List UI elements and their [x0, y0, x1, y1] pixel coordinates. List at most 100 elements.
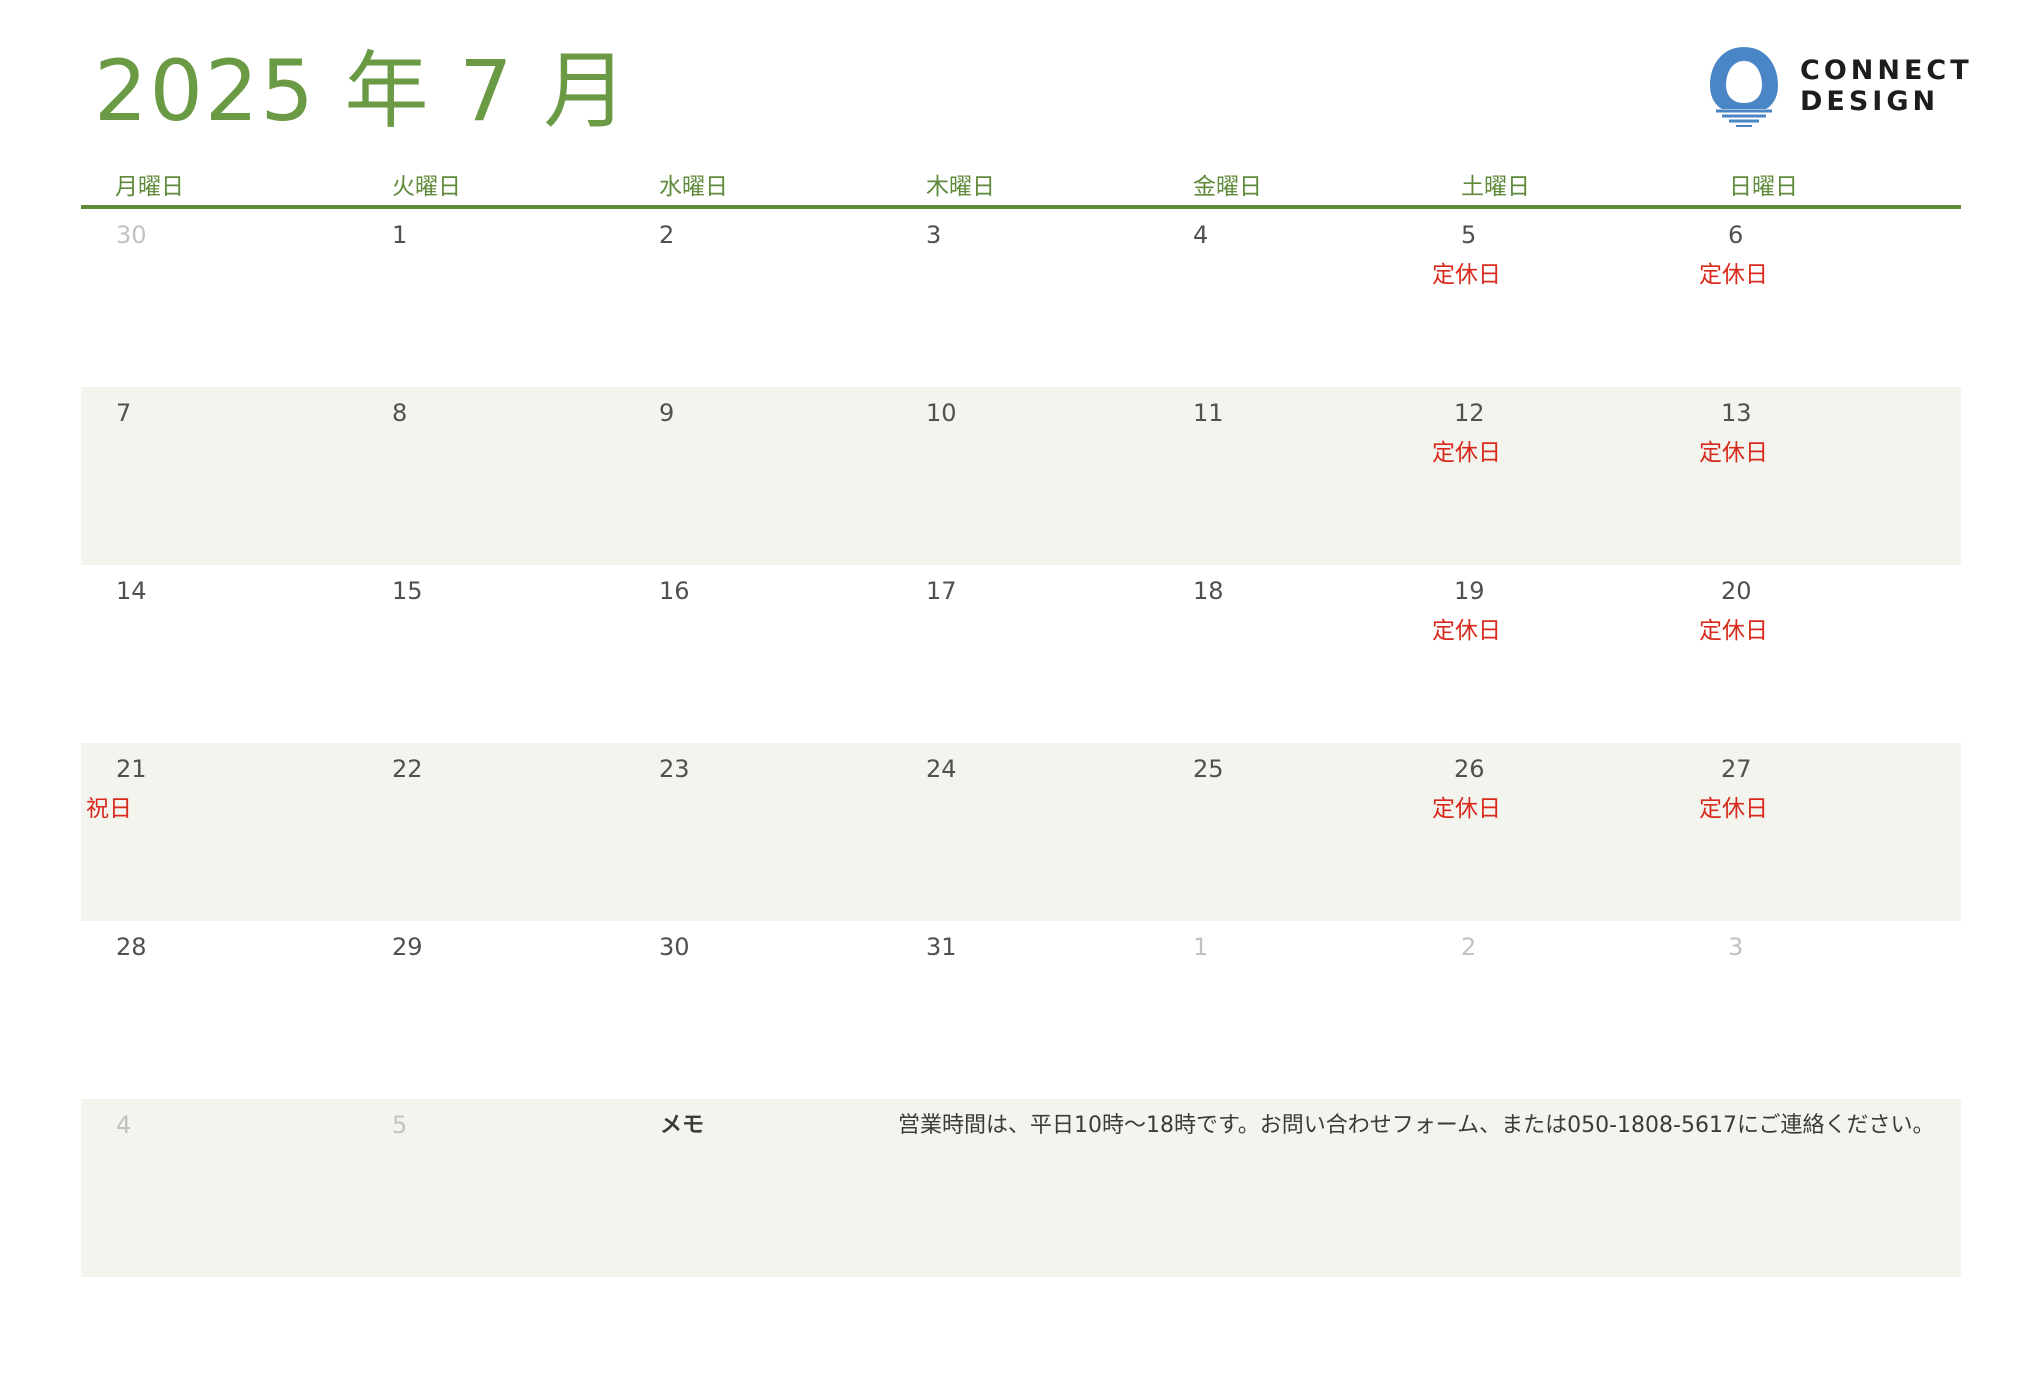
day-cell[interactable]: 7 [81, 387, 353, 565]
weekday-thu: 木曜日 [926, 174, 995, 200]
day-number: 27 [1721, 755, 1752, 783]
day-number: 5 [392, 1111, 408, 1139]
weekday-wed: 水曜日 [659, 174, 728, 200]
day-number: 21 [116, 755, 147, 783]
day-cell[interactable]: 19 定休日 [1421, 565, 1688, 743]
closed-day-label: 定休日 [1432, 262, 1501, 288]
brand-logo: CONNECT DESIGN [1706, 45, 1969, 127]
day-cell[interactable]: 4 [1154, 209, 1421, 387]
day-number: 1 [392, 221, 408, 249]
day-number: 10 [926, 399, 957, 427]
day-cell[interactable]: 5 [353, 1099, 620, 1277]
closed-day-label: 定休日 [1699, 618, 1768, 644]
day-cell[interactable]: 30 [81, 209, 353, 387]
day-cell[interactable]: 22 [353, 743, 620, 921]
day-cell[interactable]: 8 [353, 387, 620, 565]
day-number: 7 [116, 399, 132, 427]
day-cell[interactable]: 3 [887, 209, 1154, 387]
day-cell[interactable]: 23 [620, 743, 887, 921]
day-number: 17 [926, 577, 957, 605]
day-number: 8 [392, 399, 408, 427]
day-cell[interactable]: 20 定休日 [1688, 565, 1961, 743]
calendar-title: 2025 年 7 月 [94, 42, 630, 140]
day-cell[interactable]: 18 [1154, 565, 1421, 743]
day-cell[interactable]: 4 [81, 1099, 353, 1277]
day-number: 13 [1721, 399, 1752, 427]
memo-label: メモ [660, 1113, 705, 1138]
day-cell[interactable]: 2 [620, 209, 887, 387]
week-row: 30 1 2 3 4 5 定休日 6 定休日 [81, 209, 1961, 387]
day-cell[interactable]: 24 [887, 743, 1154, 921]
day-number: 4 [116, 1111, 132, 1139]
day-cell[interactable]: 28 [81, 921, 353, 1099]
day-cell[interactable]: 5 定休日 [1421, 209, 1688, 387]
day-number: 16 [659, 577, 690, 605]
day-number: 15 [392, 577, 423, 605]
day-cell[interactable]: 14 [81, 565, 353, 743]
day-cell[interactable]: 21 祝日 [81, 743, 353, 921]
day-number: 9 [659, 399, 675, 427]
memo-text[interactable]: 営業時間は、平日10時～18時です。お問い合わせフォーム、または050-1808… [898, 1107, 1935, 1139]
day-number: 5 [1461, 221, 1477, 249]
closed-day-label: 定休日 [1432, 440, 1501, 466]
brand-line-2: DESIGN [1800, 86, 1940, 117]
day-number: 31 [926, 933, 957, 961]
day-cell[interactable]: 15 [353, 565, 620, 743]
brand-name: CONNECT DESIGN [1800, 55, 1973, 117]
day-cell[interactable]: 2 [1421, 921, 1688, 1099]
day-number: 24 [926, 755, 957, 783]
day-number: 22 [392, 755, 423, 783]
day-cell[interactable]: 11 [1154, 387, 1421, 565]
day-number: 11 [1193, 399, 1224, 427]
day-cell[interactable]: 9 [620, 387, 887, 565]
day-number: 18 [1193, 577, 1224, 605]
weekday-sat: 土曜日 [1461, 174, 1530, 200]
closed-day-label: 定休日 [1432, 796, 1501, 822]
day-number: 3 [926, 221, 942, 249]
day-cell[interactable]: 29 [353, 921, 620, 1099]
day-number: 26 [1454, 755, 1485, 783]
closed-day-label: 定休日 [1432, 618, 1501, 644]
day-cell[interactable]: 26 定休日 [1421, 743, 1688, 921]
week-row: 7 8 9 10 11 12 定休日 13 定休日 [81, 387, 1961, 565]
day-cell[interactable]: 1 [1154, 921, 1421, 1099]
day-number: 2 [1461, 933, 1477, 961]
day-number: 23 [659, 755, 690, 783]
day-cell[interactable]: 12 定休日 [1421, 387, 1688, 565]
brand-line-1: CONNECT [1800, 55, 1973, 86]
day-number: 30 [116, 221, 147, 249]
day-number: 29 [392, 933, 423, 961]
day-number: 30 [659, 933, 690, 961]
day-number: 6 [1728, 221, 1744, 249]
weekday-sun: 日曜日 [1729, 174, 1798, 200]
day-number: 4 [1193, 221, 1209, 249]
day-cell[interactable]: 1 [353, 209, 620, 387]
day-cell[interactable]: 27 定休日 [1688, 743, 1961, 921]
day-cell[interactable]: 10 [887, 387, 1154, 565]
day-cell[interactable]: 3 [1688, 921, 1961, 1099]
day-cell[interactable]: 25 [1154, 743, 1421, 921]
day-cell[interactable]: 16 [620, 565, 887, 743]
day-cell[interactable]: 30 [620, 921, 887, 1099]
day-number: 28 [116, 933, 147, 961]
day-cell[interactable]: 17 [887, 565, 1154, 743]
weekday-tue: 火曜日 [392, 174, 461, 200]
day-cell[interactable]: 6 定休日 [1688, 209, 1961, 387]
holiday-label: 祝日 [86, 796, 132, 822]
weekday-mon: 月曜日 [115, 174, 184, 200]
day-number: 12 [1454, 399, 1485, 427]
week-row: 28 29 30 31 1 2 3 [81, 921, 1961, 1099]
closed-day-label: 定休日 [1699, 796, 1768, 822]
day-cell[interactable]: 13 定休日 [1688, 387, 1961, 565]
connect-design-logo-icon [1710, 47, 1778, 127]
day-cell[interactable]: 31 [887, 921, 1154, 1099]
memo-row: 4 5 メモ 営業時間は、平日10時～18時です。お問い合わせフォーム、または0… [81, 1099, 1961, 1277]
weekday-header: 月曜日 火曜日 水曜日 木曜日 金曜日 土曜日 日曜日 [81, 165, 1961, 209]
weekday-fri: 金曜日 [1193, 174, 1262, 200]
day-number: 19 [1454, 577, 1485, 605]
week-row: 21 祝日 22 23 24 25 26 定休日 27 定休日 [81, 743, 1961, 921]
day-number: 20 [1721, 577, 1752, 605]
day-number: 25 [1193, 755, 1224, 783]
closed-day-label: 定休日 [1699, 440, 1768, 466]
day-number: 1 [1193, 933, 1209, 961]
